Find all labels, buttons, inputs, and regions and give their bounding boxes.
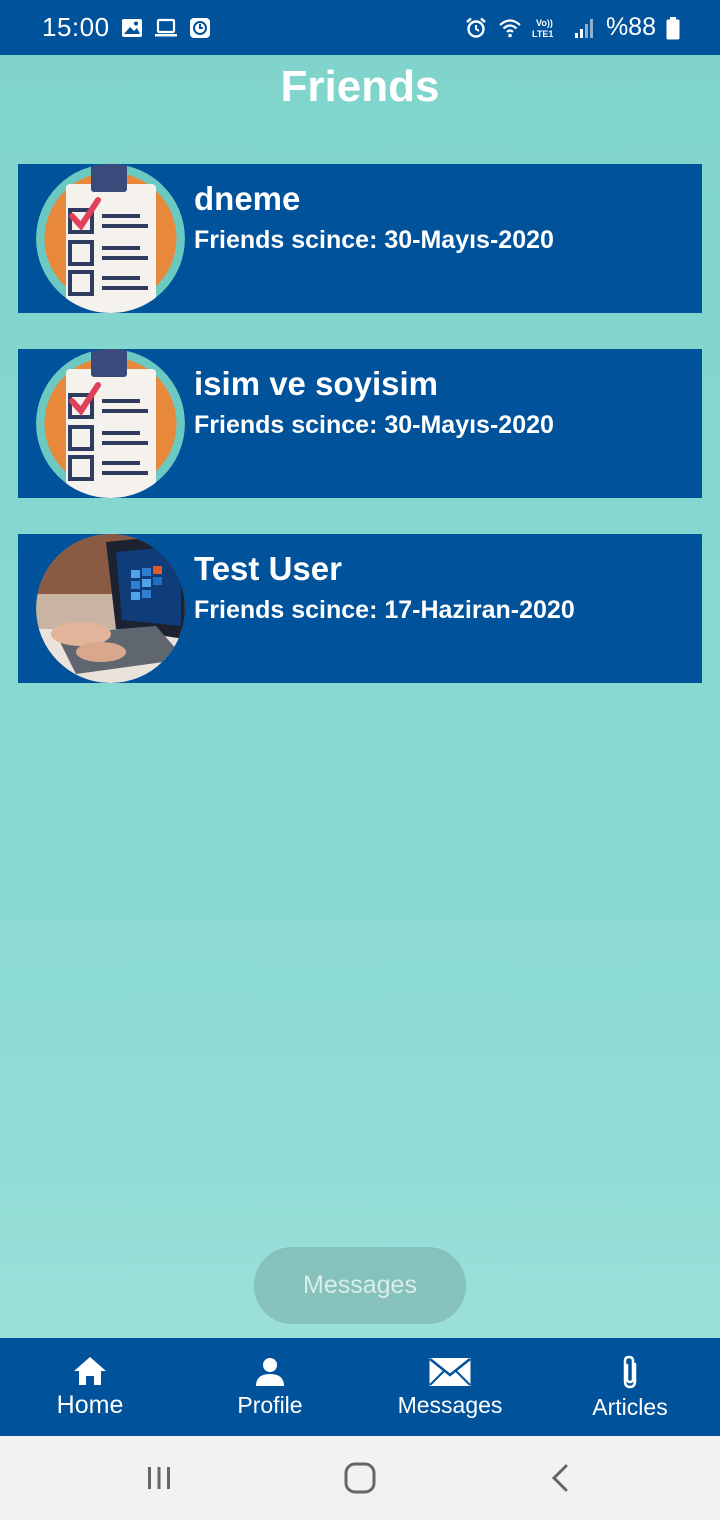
friend-name: Test User [194, 550, 342, 587]
friend-card[interactable]: Test User Friends scince: 17-Haziran-202… [18, 534, 702, 683]
back-icon[interactable] [546, 1463, 576, 1493]
nav-label: Profile [237, 1391, 303, 1418]
nav-label: Messages [397, 1391, 503, 1418]
person-icon [256, 1357, 284, 1386]
friend-card[interactable]: dneme Friends scince: 30-Mayıs-2020 [18, 164, 702, 313]
laptop-photo-avatar [36, 534, 185, 683]
nav-item-home[interactable]: Home [0, 1338, 180, 1436]
status-bar: 15:00 Vo)) LTE1 %88 [0, 0, 720, 55]
checklist-avatar-icon [36, 349, 185, 498]
friend-since: Friends scince: 30-Mayıs-2020 [194, 411, 554, 439]
svg-text:LTE1: LTE1 [532, 29, 553, 39]
friend-name: dneme [194, 180, 301, 217]
recent-apps-icon[interactable] [144, 1463, 174, 1493]
nav-label: Home [56, 1390, 124, 1419]
status-time: 15:00 [42, 12, 110, 42]
friend-since: Friends scince: 30-Mayıs-2020 [194, 226, 554, 254]
nav-item-messages[interactable]: Messages [360, 1338, 540, 1436]
friend-name: isim ve soyisim [194, 365, 438, 402]
battery-icon [666, 16, 680, 39]
wifi-icon [499, 18, 521, 37]
page-title: Friends [280, 62, 440, 111]
system-nav-bar [0, 1436, 720, 1520]
image-icon [121, 18, 142, 37]
nav-item-articles[interactable]: Articles [540, 1338, 720, 1436]
paperclip-icon [623, 1355, 637, 1388]
clock-app-icon [189, 17, 210, 38]
alarm-icon [466, 17, 486, 38]
envelope-icon [429, 1357, 471, 1386]
nav-item-profile[interactable]: Profile [180, 1338, 360, 1436]
battery-percent: %88 [605, 13, 656, 41]
home-button-icon[interactable] [343, 1461, 377, 1495]
messages-button[interactable]: Messages [254, 1247, 466, 1324]
svg-text:Vo)): Vo)) [536, 18, 553, 28]
signal-icon [574, 18, 593, 38]
laptop-icon [154, 18, 177, 36]
volte-lte-icon: Vo)) LTE1 [532, 18, 553, 39]
friend-since: Friends scince: 17-Haziran-2020 [194, 596, 575, 624]
home-icon [74, 1356, 106, 1385]
nav-label: Articles [592, 1393, 668, 1420]
bottom-nav: Home Profile Messages Articles [0, 1338, 720, 1436]
friend-card[interactable]: isim ve soyisim Friends scince: 30-Mayıs… [18, 349, 702, 498]
checklist-avatar-icon [36, 164, 185, 313]
